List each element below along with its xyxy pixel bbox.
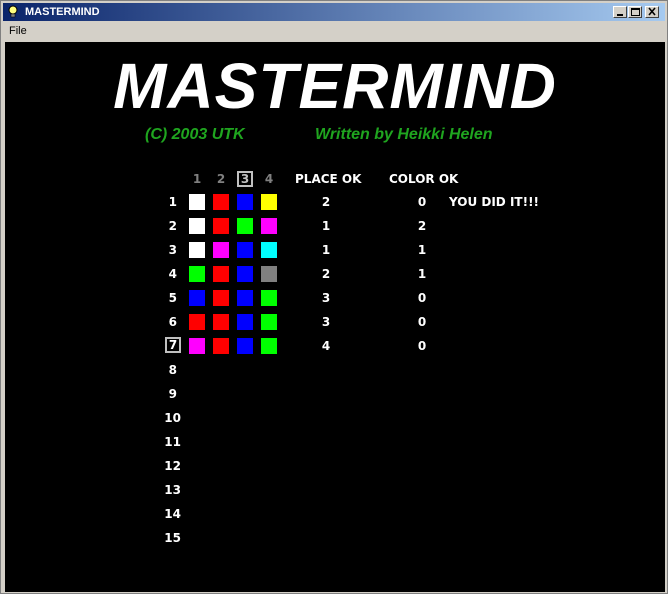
peg-red[interactable] <box>213 194 229 210</box>
peg-cyan[interactable] <box>261 242 277 258</box>
peg-yellow[interactable] <box>261 194 277 210</box>
minimize-button[interactable] <box>613 6 627 18</box>
column-number-2[interactable]: 2 <box>213 172 229 186</box>
peg-red[interactable] <box>213 218 229 234</box>
place-ok-value: 2 <box>321 267 331 281</box>
row-number[interactable]: 8 <box>157 363 177 377</box>
place-ok-value: 3 <box>321 315 331 329</box>
menu-file[interactable]: File <box>9 25 27 37</box>
peg-gray[interactable] <box>261 266 277 282</box>
minimize-icon <box>617 14 623 16</box>
row-number[interactable]: 12 <box>161 459 181 473</box>
place-ok-value: 3 <box>321 291 331 305</box>
place-ok-header: PLACE OK <box>295 172 362 186</box>
row-number[interactable]: 9 <box>157 387 177 401</box>
close-icon <box>648 7 656 16</box>
peg-green[interactable] <box>261 338 277 354</box>
color-ok-value: 0 <box>417 339 427 353</box>
close-button[interactable] <box>645 6 659 18</box>
row-number[interactable]: 13 <box>161 483 181 497</box>
column-number-3-selected[interactable]: 3 <box>237 171 253 187</box>
place-ok-value: 1 <box>321 219 331 233</box>
author-text: Written by Heikki Helen <box>315 126 493 143</box>
copyright-text: (C) 2003 UTK <box>145 126 245 143</box>
peg-green[interactable] <box>261 314 277 330</box>
peg-red[interactable] <box>213 266 229 282</box>
row-number[interactable]: 15 <box>161 531 181 545</box>
game-board[interactable]: MASTERMIND (C) 2003 UTK Written by Heikk… <box>5 42 665 592</box>
peg-blue[interactable] <box>237 290 253 306</box>
row-number[interactable]: 3 <box>157 243 177 257</box>
row-number[interactable]: 11 <box>161 435 181 449</box>
color-ok-value: 2 <box>417 219 427 233</box>
color-ok-value: 1 <box>417 267 427 281</box>
peg-green[interactable] <box>237 218 253 234</box>
color-ok-value: 1 <box>417 243 427 257</box>
row-number[interactable]: 14 <box>161 507 181 521</box>
row-number[interactable]: 10 <box>161 411 181 425</box>
row-number[interactable]: 2 <box>157 219 177 233</box>
color-ok-header: COLOR OK <box>389 172 459 186</box>
peg-red[interactable] <box>213 290 229 306</box>
row-number[interactable]: 1 <box>157 195 177 209</box>
peg-green[interactable] <box>261 290 277 306</box>
row-number[interactable]: 6 <box>157 315 177 329</box>
peg-green[interactable] <box>189 266 205 282</box>
menu-bar: File <box>3 22 665 41</box>
peg-white[interactable] <box>189 242 205 258</box>
lightbulb-icon <box>8 5 18 18</box>
peg-white[interactable] <box>189 218 205 234</box>
peg-blue[interactable] <box>237 338 253 354</box>
app-window: MASTERMIND File MASTERMIND (C) 2003 UTK … <box>0 0 668 594</box>
peg-magenta[interactable] <box>261 218 277 234</box>
place-ok-value: 2 <box>321 195 331 209</box>
maximize-button[interactable] <box>628 6 642 18</box>
title-bar[interactable]: MASTERMIND <box>3 3 665 21</box>
maximize-icon <box>631 8 640 16</box>
peg-red[interactable] <box>189 314 205 330</box>
place-ok-value: 4 <box>321 339 331 353</box>
row-number[interactable]: 4 <box>157 267 177 281</box>
win-message: YOU DID IT!!! <box>449 195 540 209</box>
peg-red[interactable] <box>213 314 229 330</box>
peg-blue[interactable] <box>237 194 253 210</box>
peg-magenta[interactable] <box>189 338 205 354</box>
row-number[interactable]: 7 <box>165 337 181 353</box>
row-number[interactable]: 5 <box>157 291 177 305</box>
peg-white[interactable] <box>189 194 205 210</box>
peg-red[interactable] <box>213 338 229 354</box>
peg-blue[interactable] <box>237 314 253 330</box>
window-title: MASTERMIND <box>25 6 100 18</box>
peg-blue[interactable] <box>237 242 253 258</box>
column-number-1[interactable]: 1 <box>189 172 205 186</box>
peg-blue[interactable] <box>189 290 205 306</box>
color-ok-value: 0 <box>417 291 427 305</box>
column-number-4[interactable]: 4 <box>261 172 277 186</box>
color-ok-value: 0 <box>417 195 427 209</box>
game-title: MASTERMIND <box>113 50 557 122</box>
place-ok-value: 1 <box>321 243 331 257</box>
peg-magenta[interactable] <box>213 242 229 258</box>
color-ok-value: 0 <box>417 315 427 329</box>
peg-blue[interactable] <box>237 266 253 282</box>
